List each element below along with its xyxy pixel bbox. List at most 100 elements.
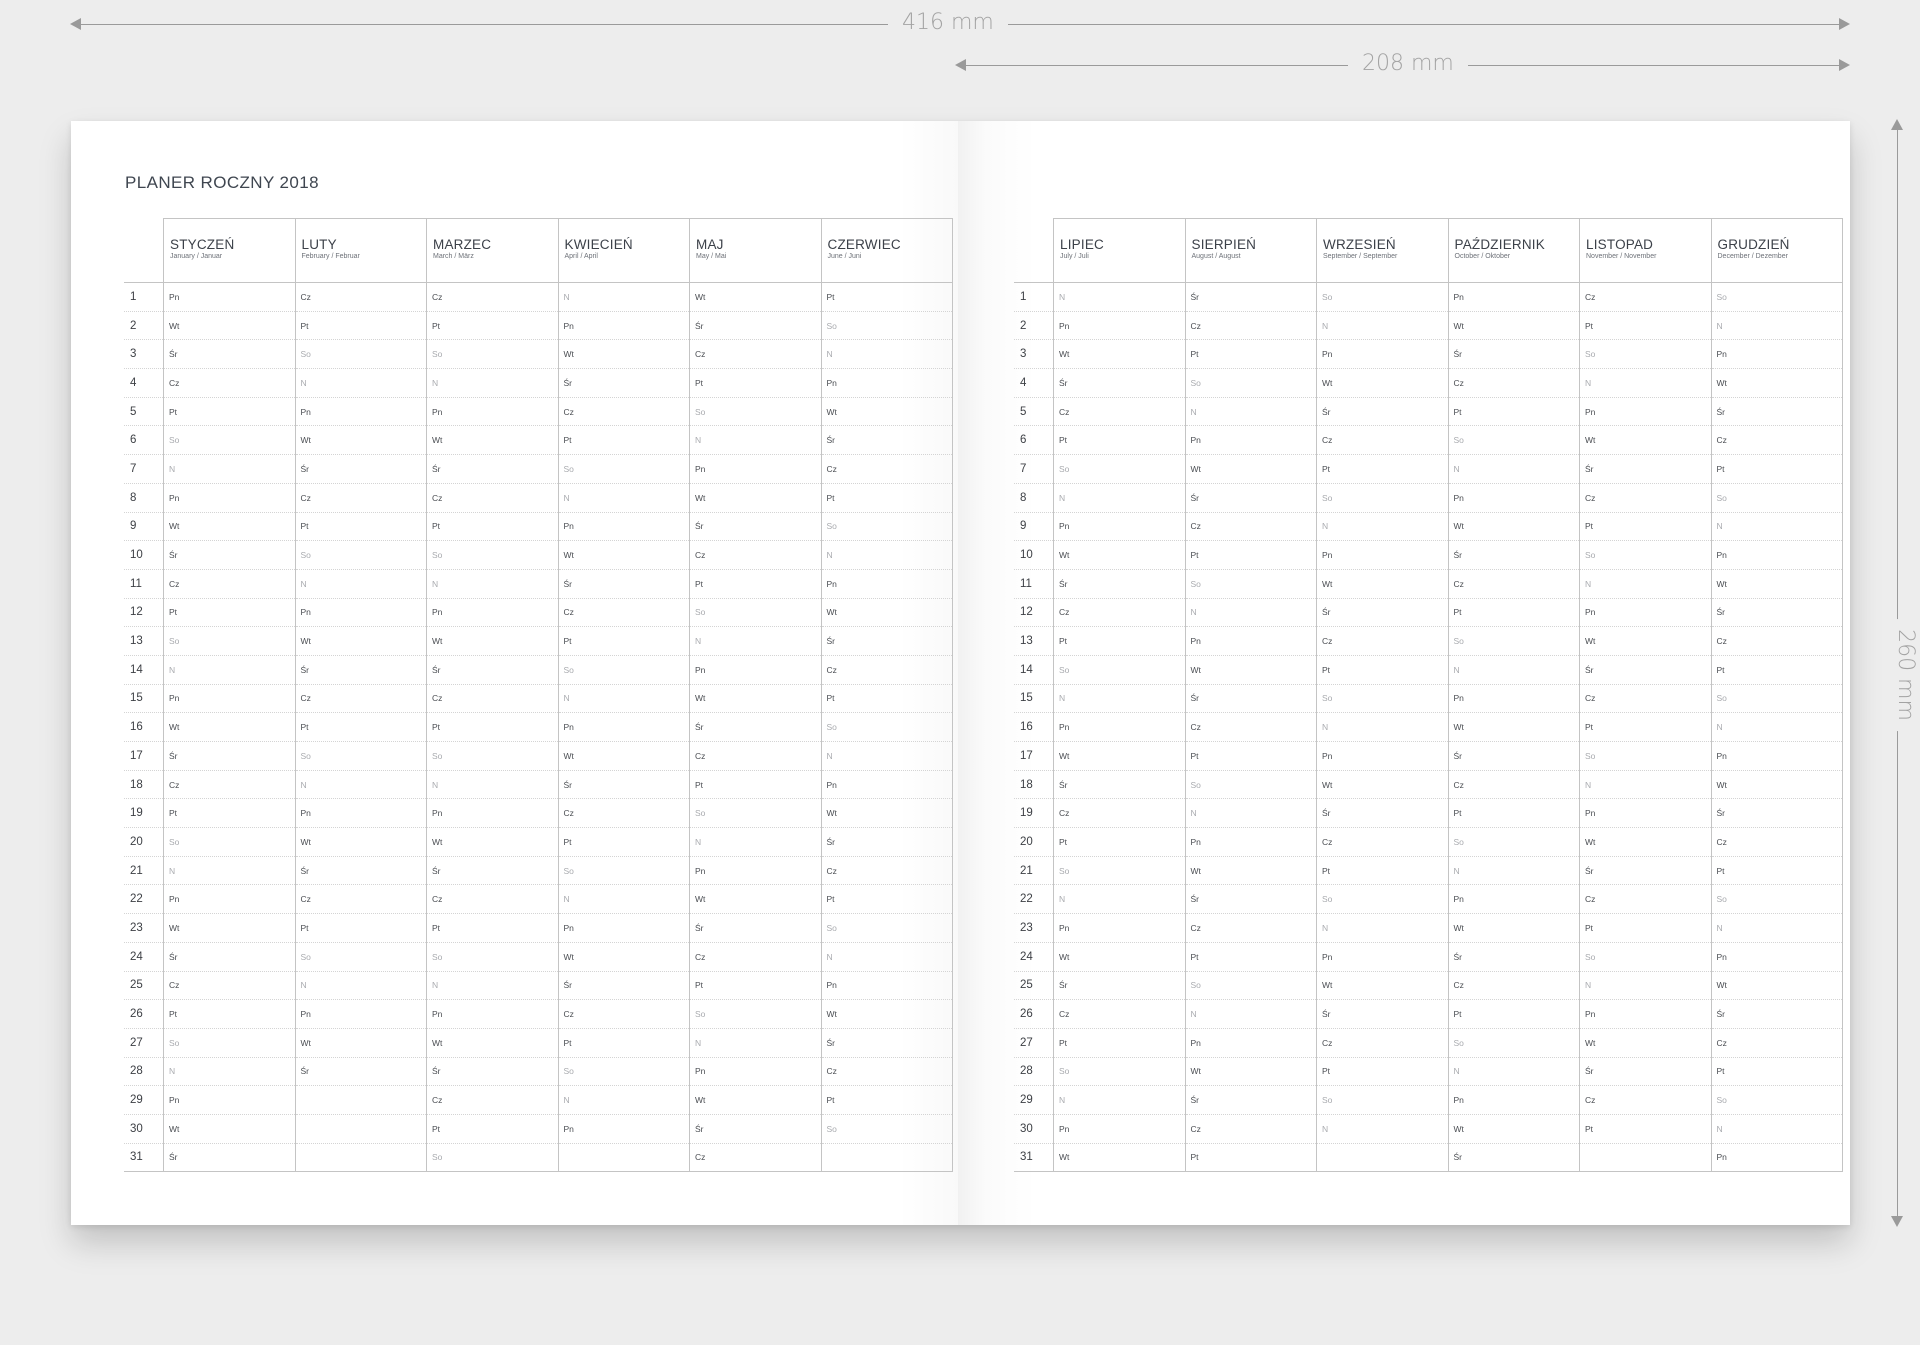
day-cell[interactable]: Pn: [1053, 512, 1185, 542]
day-cell[interactable]: Pn: [1053, 311, 1185, 341]
day-cell[interactable]: Wt: [1710, 368, 1843, 398]
day-cell[interactable]: Cz: [1447, 770, 1580, 800]
day-cell[interactable]: Wt: [294, 1028, 427, 1058]
day-cell[interactable]: Pt: [1447, 397, 1580, 427]
day-cell[interactable]: Pt: [689, 971, 821, 1001]
day-cell[interactable]: Wt: [163, 1114, 295, 1144]
day-cell[interactable]: So: [1710, 684, 1843, 714]
day-cell[interactable]: Śr: [294, 655, 427, 685]
day-cell[interactable]: Wt: [1053, 1143, 1185, 1173]
day-cell[interactable]: Śr: [1184, 684, 1317, 714]
day-cell[interactable]: Śr: [1184, 483, 1317, 513]
day-cell[interactable]: So: [1579, 540, 1711, 570]
day-cell[interactable]: [294, 1114, 427, 1144]
day-cell[interactable]: Cz: [557, 999, 690, 1029]
day-cell[interactable]: Pt: [1053, 425, 1185, 456]
day-cell[interactable]: N: [163, 1057, 295, 1087]
day-cell[interactable]: Cz: [1053, 598, 1185, 628]
day-cell[interactable]: Pn: [689, 454, 821, 484]
day-cell[interactable]: Cz: [1447, 368, 1580, 398]
day-cell[interactable]: Pt: [163, 798, 295, 829]
day-cell[interactable]: So: [1316, 483, 1448, 513]
day-cell[interactable]: Pt: [294, 512, 427, 542]
day-cell[interactable]: N: [557, 684, 690, 714]
day-cell[interactable]: Śr: [820, 827, 953, 857]
day-cell[interactable]: Pn: [1184, 827, 1317, 857]
day-cell[interactable]: Cz: [426, 282, 558, 312]
day-cell[interactable]: So: [820, 311, 953, 341]
day-cell[interactable]: Śr: [820, 626, 953, 656]
day-cell[interactable]: Cz: [820, 454, 953, 484]
day-cell[interactable]: N: [1579, 569, 1711, 599]
day-cell[interactable]: Wt: [1053, 741, 1185, 771]
day-cell[interactable]: Wt: [426, 425, 558, 456]
day-cell[interactable]: Pt: [1579, 712, 1711, 742]
day-cell[interactable]: Cz: [163, 971, 295, 1001]
day-cell[interactable]: Śr: [1710, 999, 1843, 1029]
day-cell[interactable]: N: [163, 454, 295, 484]
day-cell[interactable]: N: [426, 368, 558, 398]
day-cell[interactable]: Pt: [820, 483, 953, 513]
day-cell[interactable]: N: [1053, 282, 1185, 312]
day-cell[interactable]: Śr: [1316, 598, 1448, 628]
day-cell[interactable]: Pt: [426, 1114, 558, 1144]
day-cell[interactable]: Wt: [1316, 368, 1448, 398]
day-cell[interactable]: Pn: [1316, 339, 1448, 370]
day-cell[interactable]: Pn: [1579, 397, 1711, 427]
day-cell[interactable]: Pn: [426, 798, 558, 829]
day-cell[interactable]: Pn: [1053, 1114, 1185, 1144]
day-cell[interactable]: Śr: [1053, 971, 1185, 1001]
day-cell[interactable]: Cz: [557, 397, 690, 427]
day-cell[interactable]: Pt: [557, 1028, 690, 1058]
day-cell[interactable]: So: [557, 655, 690, 685]
day-cell[interactable]: Wt: [426, 626, 558, 656]
day-cell[interactable]: So: [163, 827, 295, 857]
day-cell[interactable]: Śr: [1579, 655, 1711, 685]
day-cell[interactable]: Cz: [689, 741, 821, 771]
day-cell[interactable]: So: [1710, 282, 1843, 312]
day-cell[interactable]: Pt: [1710, 655, 1843, 685]
day-cell[interactable]: So: [557, 454, 690, 484]
day-cell[interactable]: Śr: [426, 1057, 558, 1087]
day-cell[interactable]: So: [1053, 856, 1185, 886]
day-cell[interactable]: N: [163, 856, 295, 886]
day-cell[interactable]: Wt: [689, 884, 821, 915]
day-cell[interactable]: Pt: [1710, 1057, 1843, 1087]
day-cell[interactable]: Cz: [163, 368, 295, 398]
day-cell[interactable]: Pn: [294, 397, 427, 427]
day-cell[interactable]: So: [426, 1143, 558, 1173]
day-cell[interactable]: [294, 1143, 427, 1173]
day-cell[interactable]: N: [1316, 913, 1448, 943]
day-cell[interactable]: Wt: [689, 684, 821, 714]
day-cell[interactable]: Pt: [820, 884, 953, 915]
day-cell[interactable]: Wt: [557, 540, 690, 570]
day-cell[interactable]: Śr: [1053, 569, 1185, 599]
day-cell[interactable]: N: [1579, 770, 1711, 800]
day-cell[interactable]: Śr: [557, 971, 690, 1001]
day-cell[interactable]: Cz: [689, 339, 821, 370]
day-cell[interactable]: Śr: [163, 741, 295, 771]
day-cell[interactable]: Pn: [1316, 942, 1448, 972]
day-cell[interactable]: Wt: [820, 598, 953, 628]
day-cell[interactable]: Pn: [294, 798, 427, 829]
day-cell[interactable]: Pt: [426, 913, 558, 943]
day-cell[interactable]: Śr: [820, 1028, 953, 1058]
day-cell[interactable]: Pn: [820, 569, 953, 599]
day-cell[interactable]: Śr: [1316, 397, 1448, 427]
day-cell[interactable]: Cz: [1316, 626, 1448, 656]
day-cell[interactable]: Cz: [426, 1085, 558, 1115]
day-cell[interactable]: Śr: [557, 368, 690, 398]
day-cell[interactable]: So: [1053, 1057, 1185, 1087]
day-cell[interactable]: Pt: [294, 913, 427, 943]
day-cell[interactable]: Pt: [163, 999, 295, 1029]
day-cell[interactable]: Wt: [820, 999, 953, 1029]
day-cell[interactable]: Cz: [1184, 512, 1317, 542]
day-cell[interactable]: N: [1447, 454, 1580, 484]
day-cell[interactable]: So: [1316, 884, 1448, 915]
day-cell[interactable]: Wt: [1710, 971, 1843, 1001]
day-cell[interactable]: [294, 1085, 427, 1115]
day-cell[interactable]: Wt: [557, 741, 690, 771]
day-cell[interactable]: N: [820, 339, 953, 370]
day-cell[interactable]: N: [163, 655, 295, 685]
day-cell[interactable]: Pt: [1184, 1143, 1317, 1173]
